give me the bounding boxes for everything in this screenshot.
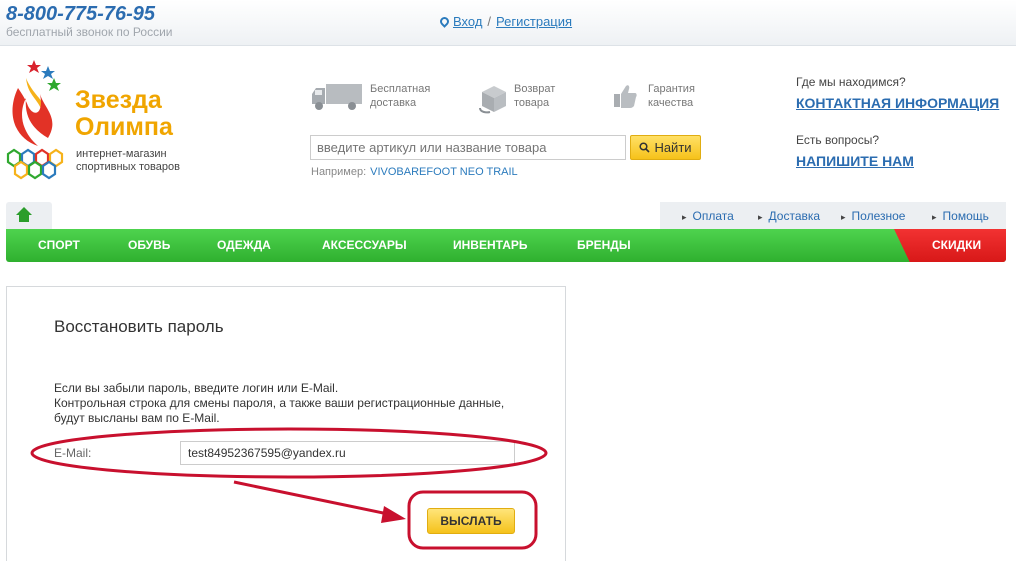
phone-number: 8-800-775-76-95 bbox=[6, 3, 155, 25]
nav-link-help[interactable]: Помощь bbox=[932, 209, 989, 223]
nav-item-accessories[interactable]: АКСЕССУАРЫ bbox=[322, 238, 407, 252]
home-icon bbox=[16, 207, 32, 222]
logo-tagline: интернет-магазин спортивных товаров bbox=[76, 148, 180, 173]
login-link[interactable]: Вход bbox=[453, 14, 482, 29]
search-button[interactable]: Найти bbox=[630, 135, 701, 160]
nav-item-brands[interactable]: БРЕНДЫ bbox=[577, 238, 631, 252]
search-example: Например: VIVOBAREFOOT NEO TRAIL bbox=[311, 166, 518, 178]
nav-link-useful[interactable]: Полезное bbox=[841, 209, 906, 223]
nav-link-delivery[interactable]: Доставка bbox=[758, 209, 821, 223]
send-button[interactable]: ВЫСЛАТЬ bbox=[427, 508, 515, 534]
recovery-instructions: Если вы забыли пароль, введите логин или… bbox=[54, 381, 505, 425]
email-field[interactable] bbox=[180, 441, 515, 465]
nav-item-clothes[interactable]: ОДЕЖДА bbox=[217, 238, 271, 252]
nav-item-sale[interactable]: СКИДКИ bbox=[894, 229, 1006, 262]
nav-item-equipment[interactable]: ИНВЕНТАРЬ bbox=[453, 238, 528, 252]
return-box-icon bbox=[479, 86, 506, 114]
search-input[interactable] bbox=[310, 135, 626, 160]
location-pin-icon bbox=[438, 15, 451, 28]
questions-label: Есть вопросы? bbox=[796, 133, 880, 147]
email-label: E-Mail: bbox=[54, 446, 92, 460]
page-title: Восстановить пароль bbox=[54, 317, 224, 336]
logo-text[interactable]: Звезда Олимпа bbox=[75, 87, 173, 141]
main-nav: СПОРТ ОБУВЬ ОДЕЖДА АКСЕССУАРЫ ИНВЕНТАРЬ … bbox=[6, 229, 1006, 262]
phone-note: бесплатный звонок по России bbox=[6, 25, 173, 39]
where-label: Где мы находимся? bbox=[796, 75, 906, 89]
nav-item-sport[interactable]: СПОРТ bbox=[38, 238, 80, 252]
top-bar: 8-800-775-76-95 бесплатный звонок по Рос… bbox=[0, 0, 1016, 46]
home-tab[interactable] bbox=[6, 202, 52, 229]
register-link[interactable]: Регистрация bbox=[496, 14, 572, 29]
secondary-nav: Оплата Доставка Полезное Помощь bbox=[660, 202, 1006, 229]
logo-emblem-icon[interactable] bbox=[4, 58, 68, 184]
search-icon bbox=[639, 142, 651, 153]
search-example-link[interactable]: VIVOBAREFOOT NEO TRAIL bbox=[370, 166, 518, 178]
nav-link-payment[interactable]: Оплата bbox=[682, 209, 734, 223]
thumbs-up-icon bbox=[614, 85, 637, 108]
contact-info-link[interactable]: КОНТАКТНАЯ ИНФОРМАЦИЯ bbox=[796, 95, 999, 111]
write-us-link[interactable]: НАПИШИТЕ НАМ bbox=[796, 153, 914, 169]
auth-links: Вход / Регистрация bbox=[438, 14, 572, 29]
truck-icon bbox=[312, 84, 362, 110]
nav-item-shoes[interactable]: ОБУВЬ bbox=[128, 238, 170, 252]
